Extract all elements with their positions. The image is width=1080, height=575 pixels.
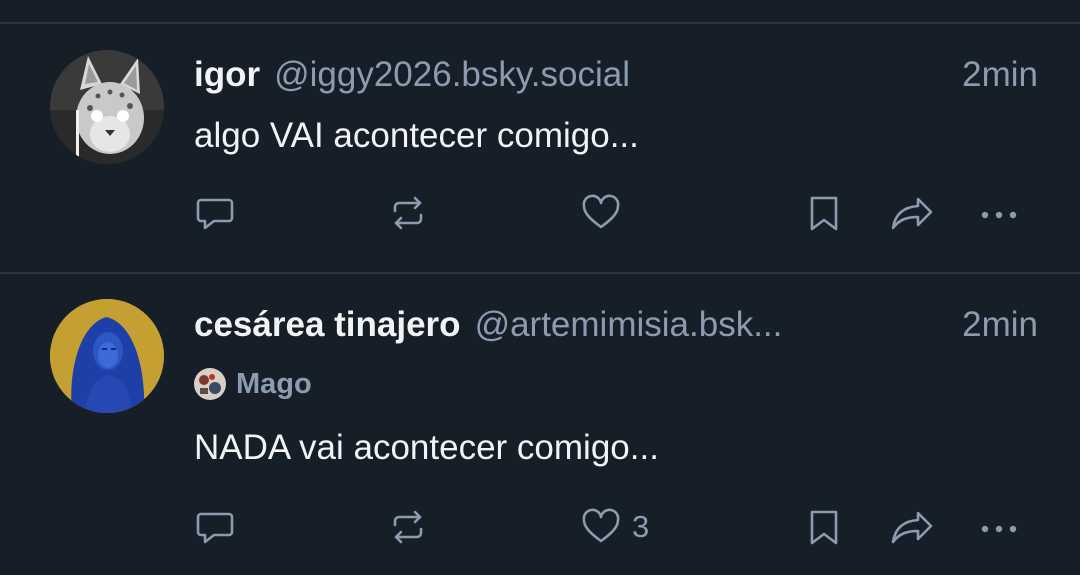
like-button[interactable] bbox=[578, 188, 632, 238]
display-name[interactable]: cesárea tinajero bbox=[194, 305, 461, 345]
like-count: 3 bbox=[632, 509, 650, 544]
post-header: cesárea tinajero @artemimisia.bsk... 2mi… bbox=[194, 299, 1038, 351]
label-text: Mago bbox=[236, 367, 312, 400]
mago-label-icon bbox=[194, 368, 226, 400]
post-text: algo VAI acontecer comigo... bbox=[194, 116, 639, 155]
repost-icon bbox=[393, 196, 423, 230]
more-button[interactable] bbox=[976, 502, 1022, 552]
reply-button[interactable] bbox=[192, 502, 238, 552]
repost-button[interactable] bbox=[385, 188, 431, 238]
share-button[interactable] bbox=[888, 188, 938, 238]
post-1[interactable]: igor @iggy2026.bsky.social 2min algo VAI… bbox=[0, 0, 1080, 272]
handle[interactable]: @iggy2026.bsky.social bbox=[274, 55, 940, 95]
bookmark-icon bbox=[810, 196, 838, 231]
bookmark-icon bbox=[810, 510, 838, 545]
handle[interactable]: @artemimisia.bsk... bbox=[475, 305, 941, 345]
avatar[interactable] bbox=[50, 299, 164, 413]
serval-cat-avatar-icon bbox=[50, 50, 164, 164]
repost-icon bbox=[393, 510, 423, 544]
more-button[interactable] bbox=[976, 188, 1022, 238]
like-icon bbox=[582, 194, 620, 229]
share-icon bbox=[891, 511, 933, 544]
reply-icon bbox=[196, 198, 234, 230]
timestamp[interactable]: 2min bbox=[962, 305, 1038, 345]
post-text: NADA vai acontecer comigo... bbox=[194, 428, 659, 467]
like-button[interactable]: 3 bbox=[578, 502, 649, 552]
more-icon bbox=[981, 525, 1017, 533]
timestamp[interactable]: 2min bbox=[962, 55, 1038, 95]
bookmark-button[interactable] bbox=[802, 502, 848, 552]
avatar[interactable] bbox=[50, 50, 164, 164]
blue-madonna-avatar-icon bbox=[50, 299, 164, 413]
more-icon bbox=[981, 211, 1017, 219]
reply-button[interactable] bbox=[192, 188, 238, 238]
bookmark-button[interactable] bbox=[802, 188, 848, 238]
reply-icon bbox=[196, 512, 234, 544]
display-name[interactable]: igor bbox=[194, 55, 260, 95]
post-header: igor @iggy2026.bsky.social 2min bbox=[194, 49, 1038, 101]
share-icon bbox=[891, 197, 933, 230]
like-icon bbox=[582, 508, 620, 543]
profile-label[interactable]: Mago bbox=[194, 364, 312, 404]
share-button[interactable] bbox=[888, 502, 938, 552]
repost-button[interactable] bbox=[385, 502, 431, 552]
post-2[interactable]: cesárea tinajero @artemimisia.bsk... 2mi… bbox=[0, 274, 1080, 575]
